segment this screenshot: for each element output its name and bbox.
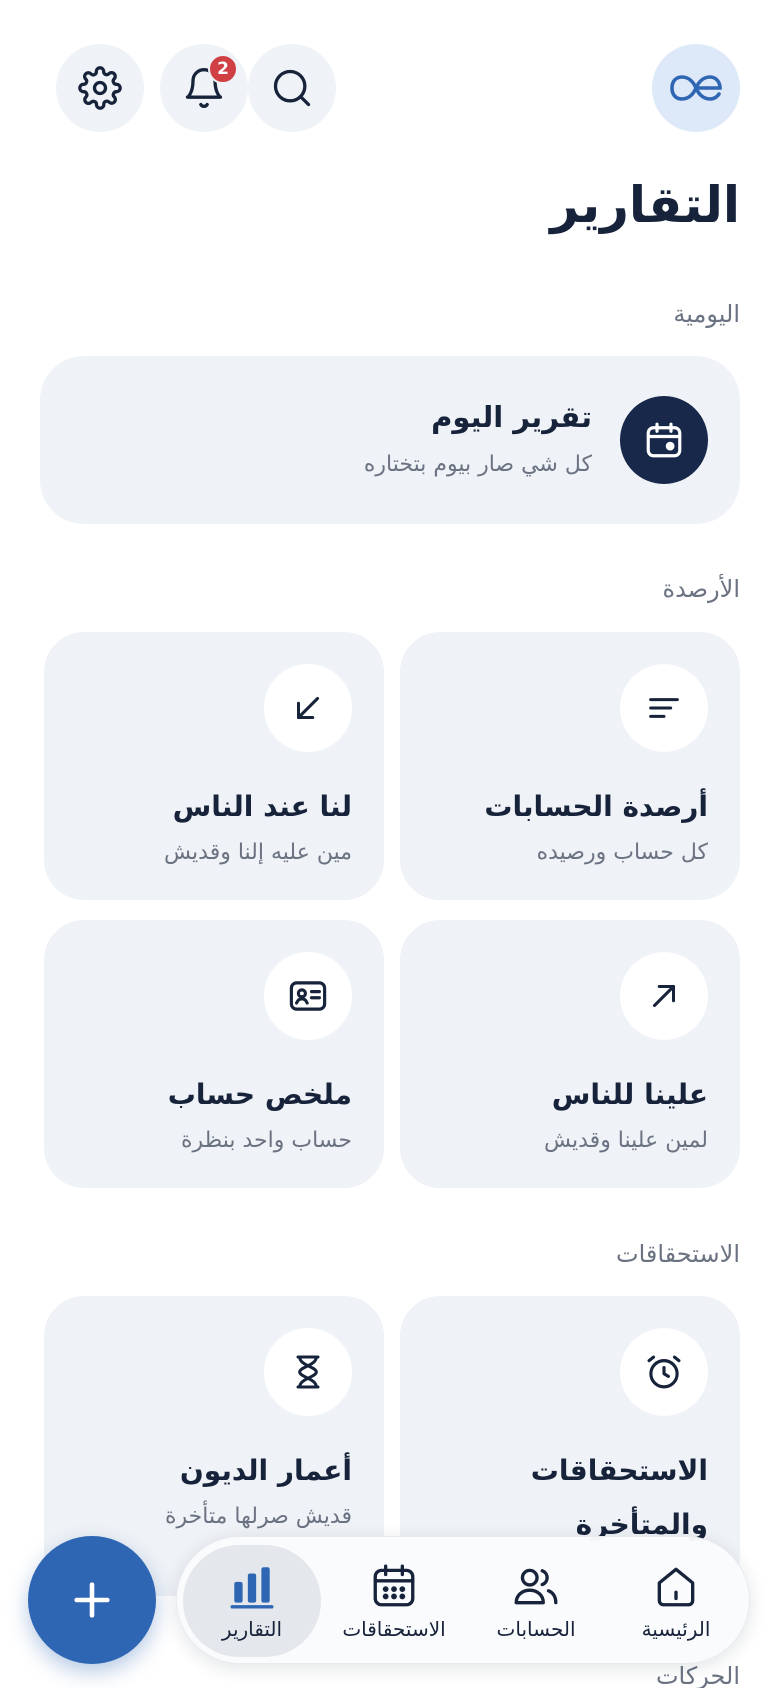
notifications-button[interactable]: 2 bbox=[160, 44, 248, 132]
receivables-card[interactable]: لنا عند الناس مين عليه إلنا وقديش bbox=[44, 632, 384, 900]
home-icon bbox=[657, 1567, 695, 1607]
nav-label-dues: الاستحقاقات bbox=[342, 1617, 446, 1641]
daily-report-icon-wrap bbox=[620, 396, 708, 484]
nav-label-accounts: الحسابات bbox=[496, 1617, 576, 1641]
nav-item-home[interactable]: الرئيسية bbox=[607, 1545, 745, 1657]
search-icon bbox=[273, 69, 311, 107]
account-summary-card[interactable]: ملخص حساب حساب واحد بنظرة bbox=[44, 920, 384, 1188]
dues-overdue-icon-wrap bbox=[620, 1328, 708, 1416]
alarm-clock-icon bbox=[647, 1355, 681, 1389]
page-title: التقارير bbox=[550, 176, 740, 234]
settings-button[interactable] bbox=[56, 44, 144, 132]
dues-overdue-title-line1: الاستحقاقات bbox=[530, 1454, 708, 1487]
nav-item-dues[interactable]: الاستحقاقات bbox=[325, 1545, 463, 1657]
plus-icon bbox=[74, 1582, 110, 1618]
nav-label-reports: التقارير bbox=[221, 1617, 283, 1641]
sort-lines-icon bbox=[649, 698, 679, 718]
daily-report-subtitle: كل شي صار بيوم بتختاره bbox=[363, 452, 592, 477]
users-icon bbox=[514, 1568, 558, 1605]
receivables-subtitle: مين عليه إلنا وقديش bbox=[163, 840, 352, 865]
settings-icon bbox=[78, 66, 122, 110]
daily-report-title: تقرير اليوم bbox=[431, 400, 592, 434]
account-summary-icon-wrap bbox=[264, 952, 352, 1040]
search-button[interactable] bbox=[248, 44, 336, 132]
account-summary-title: ملخص حساب bbox=[167, 1078, 352, 1111]
bottom-nav: الرئيسية الحسابات الاستحقاقات التقارير bbox=[176, 1536, 750, 1664]
section-label-movements: الحركات bbox=[655, 1662, 740, 1688]
nav-label-home: الرئيسية bbox=[641, 1617, 711, 1641]
bar-chart-icon bbox=[230, 1567, 274, 1609]
section-label-daily: اليومية bbox=[673, 300, 740, 328]
notification-badge: 2 bbox=[208, 54, 238, 84]
app-logo[interactable] bbox=[652, 44, 740, 132]
add-button[interactable] bbox=[28, 1536, 156, 1664]
payables-subtitle: لمين علينا وقديش bbox=[543, 1128, 708, 1153]
app-logo-icon bbox=[670, 75, 722, 101]
payables-icon-wrap bbox=[620, 952, 708, 1040]
hourglass-icon bbox=[296, 1355, 320, 1389]
account-balances-title: أرصدة الحسابات bbox=[484, 790, 708, 823]
arrow-down-left-icon bbox=[296, 696, 320, 720]
id-card-icon bbox=[289, 981, 327, 1011]
top-bar: 2 bbox=[56, 44, 740, 134]
calendar-grid-icon bbox=[373, 1564, 415, 1607]
section-label-dues: الاستحقاقات bbox=[615, 1240, 740, 1268]
daily-report-card[interactable]: تقرير اليوم كل شي صار بيوم بتختاره bbox=[40, 356, 740, 524]
nav-item-reports[interactable]: التقارير bbox=[183, 1545, 321, 1657]
payables-title: علينا للناس bbox=[551, 1078, 708, 1111]
debt-aging-title: أعمار الديون bbox=[179, 1454, 352, 1487]
section-label-balances: الأرصدة bbox=[662, 575, 741, 603]
account-balances-card[interactable]: أرصدة الحسابات كل حساب ورصيده bbox=[400, 632, 740, 900]
account-balances-subtitle: كل حساب ورصيده bbox=[536, 840, 708, 865]
arrow-up-right-icon bbox=[652, 984, 676, 1008]
account-summary-subtitle: حساب واحد بنظرة bbox=[181, 1128, 352, 1153]
receivables-icon-wrap bbox=[264, 664, 352, 752]
receivables-title: لنا عند الناس bbox=[172, 790, 352, 823]
payables-card[interactable]: علينا للناس لمين علينا وقديش bbox=[400, 920, 740, 1188]
nav-item-accounts[interactable]: الحسابات bbox=[467, 1545, 605, 1657]
calendar-icon bbox=[646, 422, 682, 458]
account-balances-icon-wrap bbox=[620, 664, 708, 752]
debt-aging-subtitle: قديش صرلها متأخرة bbox=[165, 1504, 352, 1529]
debt-aging-icon-wrap bbox=[264, 1328, 352, 1416]
